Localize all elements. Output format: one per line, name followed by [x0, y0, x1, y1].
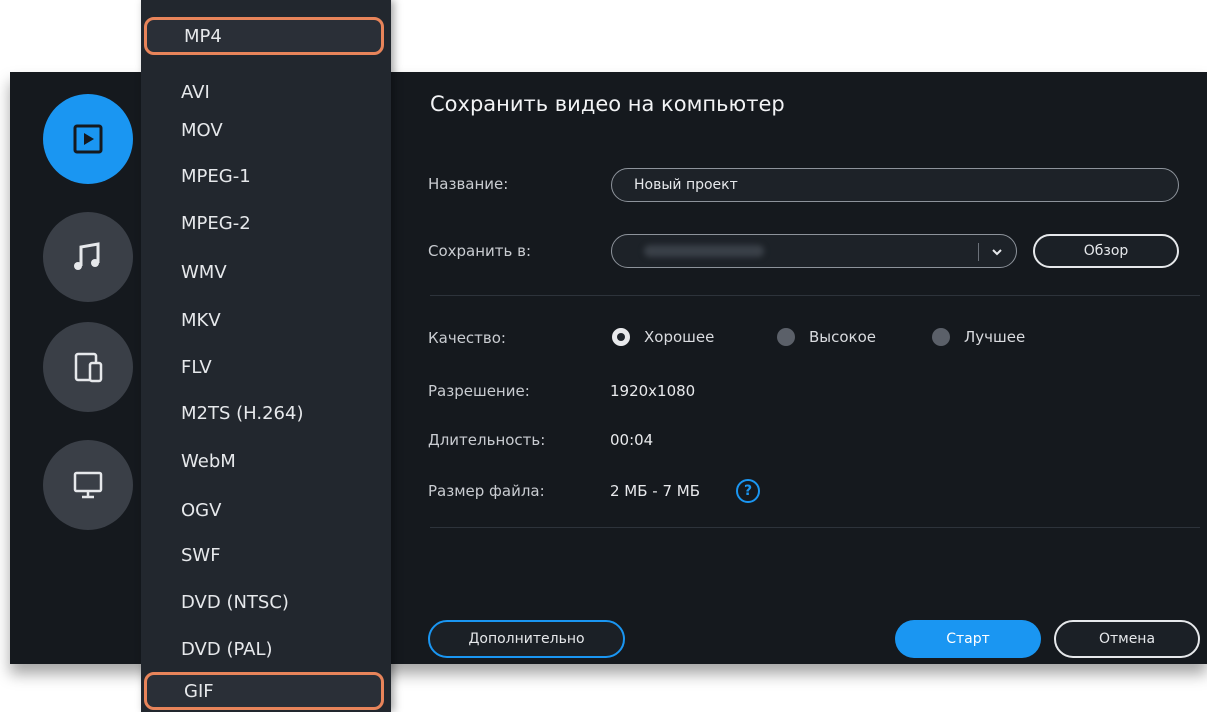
format-item-avi[interactable]: AVI: [141, 72, 391, 112]
chevron-down-icon[interactable]: [988, 243, 1006, 265]
format-item-mp4[interactable]: MP4: [144, 17, 384, 55]
start-button[interactable]: Старт: [895, 620, 1041, 658]
format-item-gif[interactable]: GIF: [144, 672, 384, 710]
format-item-m2ts-h-264[interactable]: M2TS (H.264): [141, 393, 391, 433]
save-to-label: Сохранить в:: [428, 242, 532, 260]
format-item-mpeg-2[interactable]: MPEG-2: [141, 203, 391, 243]
quality-good-radio[interactable]: Хорошее: [612, 328, 714, 346]
monitor-icon: [70, 467, 106, 503]
format-item-webm[interactable]: WebM: [141, 441, 391, 481]
audio-category-button[interactable]: [43, 212, 133, 302]
devices-category-button[interactable]: [43, 322, 133, 412]
radio-selected-icon: [612, 328, 630, 346]
quality-high-label: Высокое: [809, 328, 877, 346]
browse-button[interactable]: Обзор: [1033, 234, 1179, 268]
format-item-mpeg-1[interactable]: MPEG-1: [141, 156, 391, 196]
format-item-flv[interactable]: FLV: [141, 347, 391, 387]
divider-bottom: [430, 527, 1200, 528]
advanced-button[interactable]: Дополнительно: [428, 620, 625, 658]
quality-best-label: Лучшее: [964, 328, 1026, 346]
save-path-input[interactable]: [611, 234, 1017, 268]
path-divider: [978, 243, 979, 261]
video-category-button[interactable]: [43, 94, 133, 184]
format-item-dvd-ntsc[interactable]: DVD (NTSC): [141, 582, 391, 622]
format-item-mkv[interactable]: MKV: [141, 300, 391, 340]
category-rail: [10, 72, 141, 664]
quality-good-label: Хорошее: [644, 328, 715, 346]
music-note-icon: [70, 239, 106, 275]
format-item-wmv[interactable]: WMV: [141, 252, 391, 292]
help-icon[interactable]: ?: [736, 479, 760, 503]
quality-label: Качество:: [428, 329, 506, 347]
tv-category-button[interactable]: [43, 440, 133, 530]
format-item-dvd-pal[interactable]: DVD (PAL): [141, 629, 391, 669]
quality-high-radio[interactable]: Высокое: [777, 328, 876, 346]
resolution-value: 1920x1080: [610, 382, 696, 400]
filesize-label: Размер файла:: [428, 482, 545, 500]
format-dropdown-list: MP4 AVI MOV MPEG-1 MPEG-2 WMV MKV FLV M2TS (H.26…: [141, 0, 391, 712]
play-icon: [72, 123, 104, 155]
radio-unselected-icon: [777, 328, 795, 346]
name-label: Название:: [428, 175, 509, 193]
format-item-ogv[interactable]: OGV: [141, 490, 391, 530]
resolution-label: Разрешение:: [428, 382, 530, 400]
devices-icon: [70, 349, 106, 385]
project-name-input[interactable]: Новый проект: [611, 168, 1179, 202]
blurred-path: [644, 245, 764, 257]
filesize-value: 2 МБ - 7 МБ: [610, 482, 701, 500]
quality-best-radio[interactable]: Лучшее: [932, 328, 1025, 346]
dialog-title: Сохранить видео на компьютер: [430, 92, 785, 116]
duration-label: Длительность:: [428, 431, 546, 449]
cancel-button[interactable]: Отмена: [1054, 620, 1200, 658]
divider-top: [430, 295, 1200, 296]
format-item-mov[interactable]: MOV: [141, 110, 391, 150]
radio-unselected-icon: [932, 328, 950, 346]
duration-value: 00:04: [610, 431, 654, 449]
project-name-value: Новый проект: [634, 177, 738, 193]
format-item-swf[interactable]: SWF: [141, 535, 391, 575]
